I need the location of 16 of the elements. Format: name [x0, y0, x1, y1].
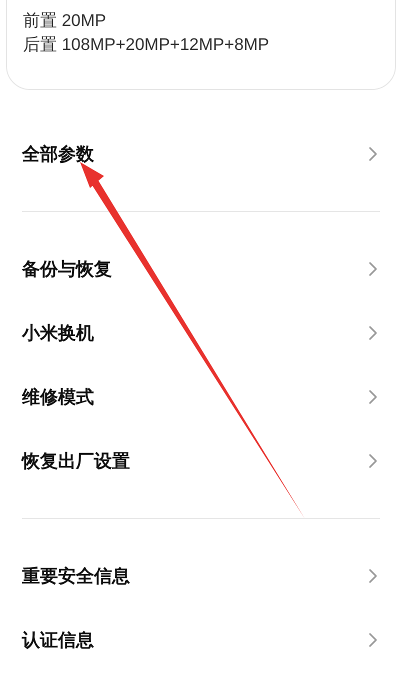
- settings-item[interactable]: 恢复出厂设置: [22, 429, 380, 493]
- settings-item[interactable]: 维修模式: [22, 365, 380, 429]
- settings-item[interactable]: 备份与恢复: [22, 237, 380, 301]
- settings-item[interactable]: 重要安全信息: [22, 544, 380, 608]
- settings-item[interactable]: 全部参数: [22, 122, 380, 186]
- camera-spec-text: 前置 20MP: [23, 10, 108, 32]
- chevron-right-icon: [368, 389, 378, 405]
- chevron-right-icon: [368, 325, 378, 341]
- chevron-right-icon: [368, 453, 378, 469]
- camera-spec-text: 后置 108MP+20MP+12MP+8MP: [23, 34, 270, 56]
- chevron-right-icon: [368, 568, 378, 584]
- chevron-right-icon: [368, 146, 378, 162]
- settings-item[interactable]: 认证信息: [22, 608, 380, 672]
- chevron-right-icon: [368, 261, 378, 277]
- chevron-right-icon: [368, 632, 378, 648]
- settings-item[interactable]: 小米换机: [22, 301, 380, 365]
